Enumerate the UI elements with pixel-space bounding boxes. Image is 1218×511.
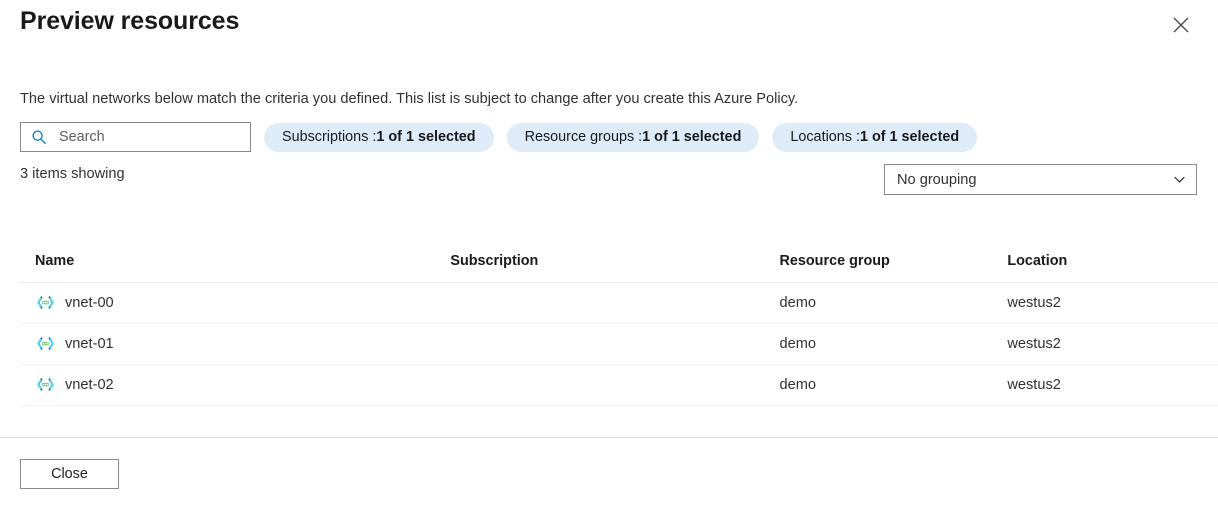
search-icon (30, 129, 47, 146)
resources-table: Name Subscription Resource group Locatio… (20, 250, 1218, 406)
column-header-subscription[interactable]: Subscription (450, 250, 780, 283)
filter-pill-resource-groups-value: 1 of 1 selected (642, 129, 742, 145)
resources-table-container: Name Subscription Resource group Locatio… (0, 250, 1218, 406)
filter-pill-subscriptions-key: Subscriptions : (282, 129, 377, 145)
table-body: vnet-00 demo westus2 vnet-01 demo westus… (20, 282, 1218, 406)
filter-pill-locations-value: 1 of 1 selected (859, 129, 960, 145)
cell-name: vnet-02 (20, 364, 451, 406)
footer-divider (0, 437, 1218, 438)
chevron-down-icon (1172, 173, 1186, 187)
cell-resource-group: demo (779, 282, 1008, 324)
search-box[interactable] (20, 122, 251, 152)
close-button[interactable]: Close (20, 459, 119, 489)
filter-pill-resource-groups-key: Resource groups : (524, 129, 643, 145)
table-row[interactable]: vnet-00 demo westus2 (20, 282, 1218, 324)
filter-pill-locations[interactable]: Locations : 1 of 1 selected (772, 122, 978, 152)
cell-name: vnet-00 (20, 282, 451, 324)
cell-subscription (450, 323, 780, 365)
items-showing-count: 3 items showing (20, 166, 125, 182)
column-header-location[interactable]: Location (1007, 250, 1218, 283)
cell-location: westus2 (1007, 282, 1218, 324)
table-row[interactable]: vnet-01 demo westus2 (20, 323, 1218, 365)
grouping-dropdown[interactable]: No grouping (884, 164, 1197, 195)
column-header-resource-group[interactable]: Resource group (779, 250, 1008, 283)
filter-pill-subscriptions-value: 1 of 1 selected (376, 129, 476, 145)
virtual-network-icon (35, 375, 55, 395)
grouping-dropdown-value: No grouping (897, 171, 977, 188)
panel-header: Preview resources (0, 0, 1218, 52)
cell-subscription (450, 282, 780, 324)
filter-pill-resource-groups[interactable]: Resource groups : 1 of 1 selected (506, 122, 760, 152)
cell-subscription (450, 364, 780, 406)
cell-location: westus2 (1007, 323, 1218, 365)
virtual-network-icon (35, 293, 55, 313)
page-title: Preview resources (20, 7, 240, 35)
cell-name: vnet-01 (20, 323, 451, 365)
table-header: Name Subscription Resource group Locatio… (20, 250, 1218, 283)
table-row[interactable]: vnet-02 demo westus2 (20, 364, 1218, 406)
cell-location: westus2 (1007, 364, 1218, 406)
filter-bar: Subscriptions : 1 of 1 selected Resource… (20, 122, 978, 152)
cell-resource-group: demo (779, 323, 1008, 365)
resource-name-link[interactable]: vnet-01 (65, 336, 114, 352)
resource-name-link[interactable]: vnet-02 (65, 377, 114, 393)
virtual-network-icon (35, 334, 55, 354)
column-header-name[interactable]: Name (20, 250, 451, 283)
search-input[interactable] (59, 124, 245, 150)
filter-pill-locations-key: Locations : (790, 129, 860, 145)
resource-name-link[interactable]: vnet-00 (65, 295, 114, 311)
description-text: The virtual networks below match the cri… (20, 91, 799, 107)
filter-pill-subscriptions[interactable]: Subscriptions : 1 of 1 selected (264, 122, 494, 152)
close-panel-button[interactable] (1166, 10, 1196, 40)
close-icon (1172, 16, 1190, 34)
table-header-row: Name Subscription Resource group Locatio… (20, 250, 1218, 283)
cell-resource-group: demo (779, 364, 1008, 406)
